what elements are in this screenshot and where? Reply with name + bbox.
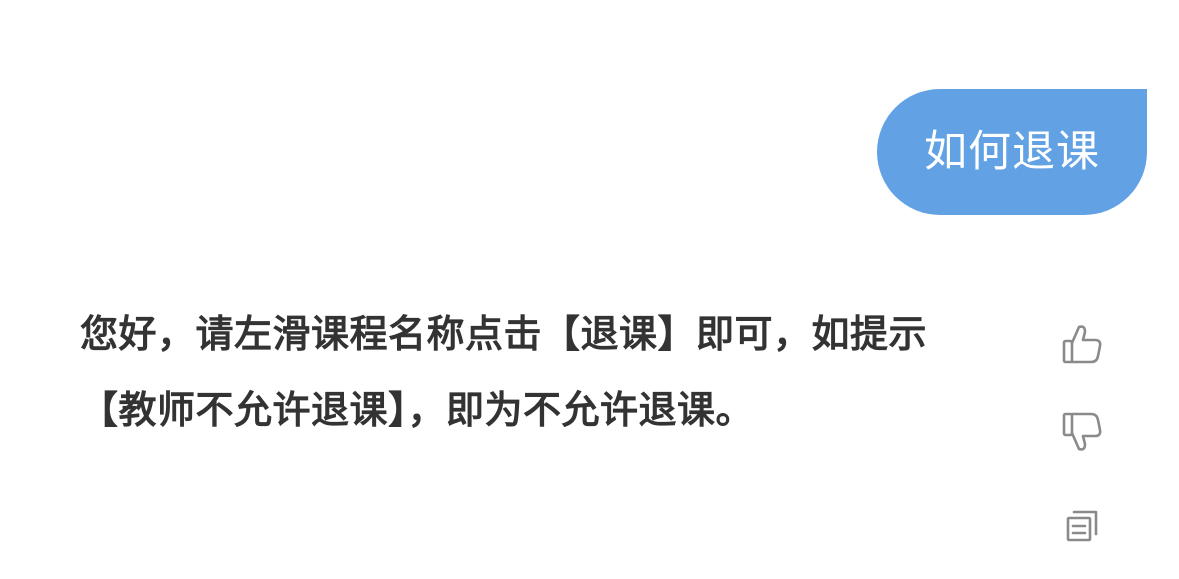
copy-icon (1066, 510, 1098, 542)
like-button[interactable] (1056, 318, 1108, 370)
thumbs-down-icon (1062, 412, 1102, 451)
message-actions (1056, 318, 1108, 558)
copy-button[interactable] (1056, 500, 1108, 552)
user-message-bubble: 如何退课 (877, 89, 1147, 215)
bot-message-text: 您好，请左滑课程名称点击【退课】即可，如提示【教师不允许退课】，即为不允许退课。 (80, 312, 928, 432)
thumbs-up-icon (1062, 325, 1102, 364)
dislike-button[interactable] (1056, 406, 1108, 458)
user-message-text: 如何退课 (924, 126, 1100, 177)
chat-container: 如何退课 您好，请左滑课程名称点击【退课】即可，如提示【教师不允许退课】，即为不… (0, 0, 1179, 579)
